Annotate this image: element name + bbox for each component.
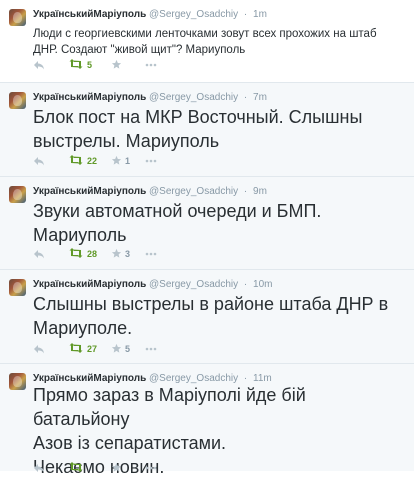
- reply-icon[interactable]: [33, 463, 47, 473]
- timestamp[interactable]: 9m: [253, 186, 267, 197]
- favorite-icon: [111, 248, 122, 261]
- tweet-feed: УкраїнськийМаріуполь @Sergey_Osadchiy · …: [0, 0, 414, 477]
- reply-icon[interactable]: [33, 156, 47, 166]
- tweet-actions: 5: [33, 58, 159, 72]
- more-icon[interactable]: [145, 466, 159, 470]
- author-name[interactable]: УкраїнськийМаріуполь: [33, 186, 146, 197]
- favorite-button[interactable]: [111, 59, 145, 72]
- author-handle[interactable]: @Sergey_Osadchiy: [149, 186, 238, 197]
- retweet-button[interactable]: 28: [69, 248, 111, 260]
- tweet-text: Звуки автоматной очереди и БМП. Мариупол…: [33, 201, 322, 245]
- tweet[interactable]: УкраїнськийМаріуполь @Sergey_Osadchiy · …: [0, 83, 414, 177]
- tweet-header: УкраїнськийМаріуполь @Sergey_Osadchiy · …: [33, 92, 267, 104]
- separator-dot: ·: [243, 92, 248, 103]
- retweet-icon: [69, 462, 83, 474]
- avatar[interactable]: [9, 92, 26, 109]
- tweet-text: Слышны выстрелы в районе штаба ДНР в Мар…: [33, 294, 389, 338]
- author-handle[interactable]: @Sergey_Osadchiy: [149, 9, 238, 20]
- tweet-actions: 27 5: [33, 342, 159, 356]
- retweet-icon: [69, 155, 83, 167]
- author-handle[interactable]: @Sergey_Osadchiy: [149, 279, 238, 290]
- timestamp[interactable]: 7m: [253, 92, 267, 103]
- retweet-count: 22: [87, 156, 98, 166]
- favorite-icon: [111, 59, 122, 72]
- favorite-icon: [111, 155, 122, 168]
- favorite-count: 5: [125, 344, 131, 354]
- author-name[interactable]: УкраїнськийМаріуполь: [33, 92, 146, 103]
- retweet-count: 5: [87, 60, 93, 70]
- reply-icon[interactable]: [33, 344, 47, 354]
- favorite-count: 1: [125, 156, 131, 166]
- favorite-button[interactable]: 3: [111, 248, 145, 261]
- author-name[interactable]: УкраїнськийМаріуполь: [33, 9, 146, 20]
- tweet[interactable]: УкраїнськийМаріуполь @Sergey_Osadchiy · …: [0, 0, 414, 83]
- tweet[interactable]: УкраїнськийМаріуполь @Sergey_Osadchiy · …: [0, 270, 414, 364]
- retweet-button[interactable]: 22: [69, 155, 111, 167]
- favorite-count: 3: [125, 249, 131, 259]
- retweet-icon: [69, 343, 83, 355]
- more-icon[interactable]: [145, 159, 159, 163]
- tweet[interactable]: УкраїнськийМаріуполь @Sergey_Osadchiy · …: [0, 177, 414, 270]
- avatar[interactable]: [9, 279, 26, 296]
- retweet-icon: [69, 59, 83, 71]
- favorite-icon: [111, 462, 122, 475]
- more-icon[interactable]: [145, 347, 159, 351]
- favorite-icon: [111, 343, 122, 356]
- author-handle[interactable]: @Sergey_Osadchiy: [149, 92, 238, 103]
- tweet-actions: 28 3: [33, 247, 159, 261]
- retweet-button[interactable]: 5: [69, 59, 111, 71]
- favorite-button[interactable]: 5: [111, 343, 145, 356]
- favorite-button[interactable]: 1: [111, 155, 145, 168]
- favorite-button[interactable]: [111, 462, 145, 475]
- tweet-text: Люди с георгиевскими ленточками зовут вс…: [33, 28, 377, 56]
- tweet-text: Блок пост на МКР Восточный. Слышны выстр…: [33, 107, 363, 151]
- tweet-actions: [33, 461, 159, 475]
- tweet-header: УкраїнськийМаріуполь @Sergey_Osadchiy · …: [33, 9, 267, 21]
- separator-dot: ·: [243, 186, 248, 197]
- retweet-button[interactable]: 27: [69, 343, 111, 355]
- reply-icon[interactable]: [33, 249, 47, 259]
- retweet-count: 27: [87, 344, 98, 354]
- tweet-actions: 22 1: [33, 154, 159, 168]
- avatar[interactable]: [9, 9, 26, 26]
- separator-dot: ·: [243, 9, 248, 20]
- retweet-count: 28: [87, 249, 98, 259]
- author-name[interactable]: УкраїнськийМаріуполь: [33, 279, 146, 290]
- tweet-header: УкраїнськийМаріуполь @Sergey_Osadchiy · …: [33, 279, 272, 291]
- more-icon[interactable]: [145, 252, 159, 256]
- retweet-button[interactable]: [69, 462, 111, 474]
- timestamp[interactable]: 1m: [253, 9, 267, 20]
- tweet-header: УкраїнськийМаріуполь @Sergey_Osadchiy · …: [33, 186, 267, 198]
- timestamp[interactable]: 10m: [253, 279, 272, 290]
- avatar[interactable]: [9, 373, 26, 390]
- more-icon[interactable]: [145, 63, 159, 67]
- retweet-icon: [69, 248, 83, 260]
- reply-icon[interactable]: [33, 60, 47, 70]
- tweet[interactable]: УкраїнськийМаріуполь @Sergey_Osadchiy · …: [0, 364, 414, 477]
- avatar[interactable]: [9, 186, 26, 203]
- separator-dot: ·: [243, 279, 248, 290]
